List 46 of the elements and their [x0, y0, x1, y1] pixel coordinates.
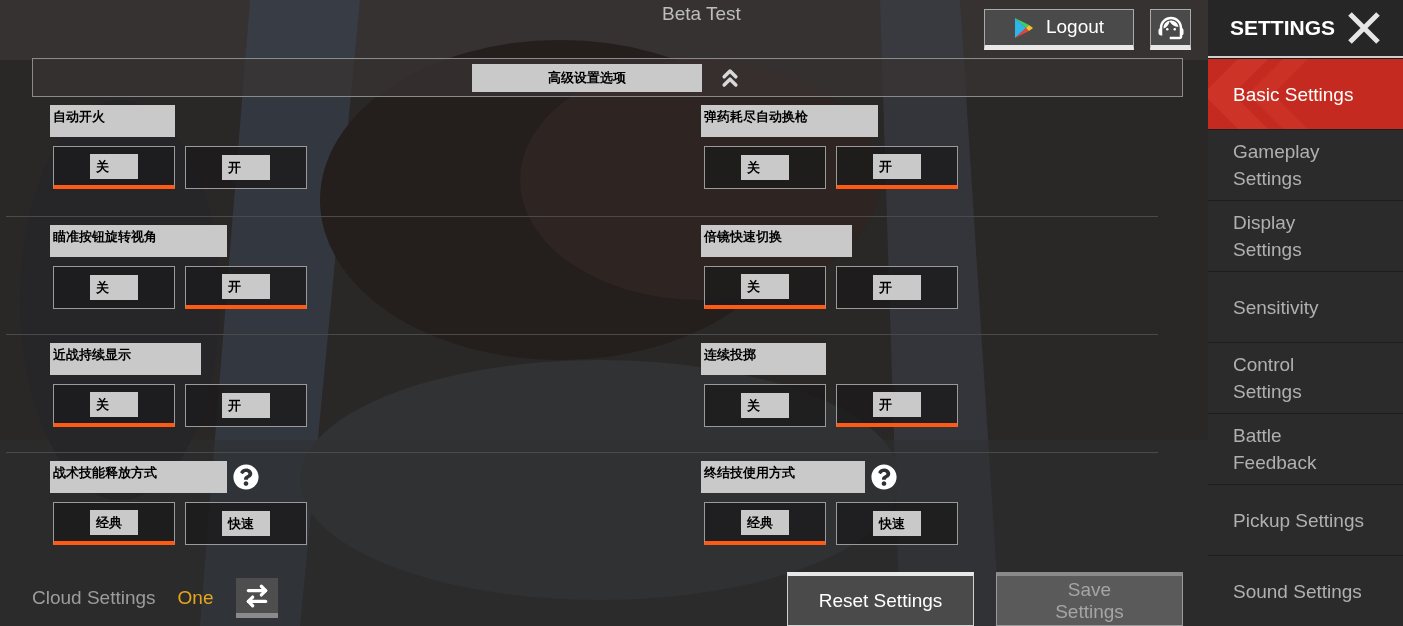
- swap-button[interactable]: [235, 578, 278, 618]
- option-button[interactable]: 快速: [185, 502, 307, 545]
- option-button[interactable]: 关: [704, 266, 826, 309]
- section-title: 高级设置选项: [471, 63, 702, 92]
- sidebar-item[interactable]: Gameplay Settings: [1208, 130, 1403, 200]
- setting-label: 近战持续显示: [50, 343, 201, 375]
- page-title: Beta Test: [662, 2, 741, 26]
- sidebar-item[interactable]: Sound Settings: [1208, 556, 1403, 626]
- setting-label: 瞄准按钮旋转视角: [50, 225, 227, 257]
- setting-label: 倍镜快速切换: [701, 225, 852, 257]
- section-header[interactable]: 高级设置选项: [32, 58, 1183, 97]
- option-button[interactable]: 关: [704, 384, 826, 427]
- action-button[interactable]: Reset Settings: [787, 572, 974, 626]
- option-button[interactable]: 关: [53, 146, 175, 189]
- settings-title: SETTINGS: [1230, 15, 1335, 42]
- setting-label: 弹药耗尽自动换枪: [701, 105, 878, 137]
- help-icon[interactable]: [871, 464, 897, 490]
- option-button[interactable]: 开: [836, 266, 958, 309]
- option-button[interactable]: 快速: [836, 502, 958, 545]
- support-button[interactable]: [1150, 9, 1191, 50]
- cloud-settings-value: One: [177, 585, 214, 610]
- logout-button[interactable]: Logout: [984, 9, 1134, 50]
- setting-label: 自动开火: [50, 105, 175, 137]
- x-logo-icon: [1347, 12, 1381, 44]
- option-button[interactable]: 关: [53, 266, 175, 309]
- option-button[interactable]: 经典: [53, 502, 175, 545]
- option-button[interactable]: 开: [185, 384, 307, 427]
- sidebar-item[interactable]: Pickup Settings: [1208, 485, 1403, 555]
- setting-label: 连续投掷: [701, 343, 826, 375]
- setting-label: 战术技能释放方式: [50, 461, 227, 493]
- sidebar-item[interactable]: Sensitivity: [1208, 272, 1403, 342]
- option-button[interactable]: 关: [704, 146, 826, 189]
- help-icon[interactable]: [233, 464, 259, 490]
- option-button[interactable]: 开: [836, 384, 958, 427]
- sidebar-item[interactable]: Display Settings: [1208, 201, 1403, 271]
- sidebar-item[interactable]: Basic Settings: [1208, 59, 1403, 129]
- play-logo-icon: [1013, 16, 1034, 39]
- cloud-settings-label: Cloud Settings: [32, 585, 156, 610]
- sidebar-item[interactable]: Control Settings: [1208, 343, 1403, 413]
- sidebar-item[interactable]: Battle Feedback: [1208, 414, 1403, 484]
- setting-label: 终结技使用方式: [701, 461, 865, 493]
- option-button[interactable]: 开: [185, 146, 307, 189]
- option-button[interactable]: 开: [185, 266, 307, 309]
- option-button[interactable]: 开: [836, 146, 958, 189]
- option-button[interactable]: 经典: [704, 502, 826, 545]
- option-button[interactable]: 关: [53, 384, 175, 427]
